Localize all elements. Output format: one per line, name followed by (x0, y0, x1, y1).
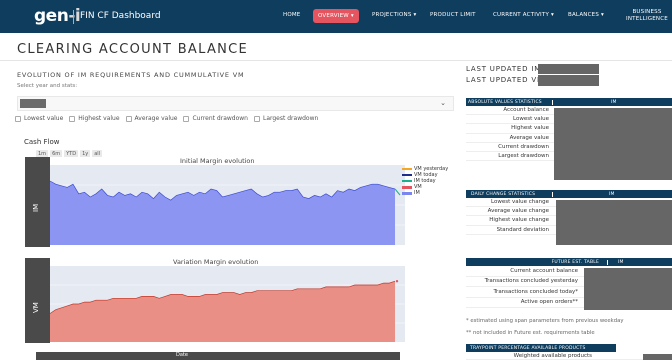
checkbox-box[interactable] (15, 115, 21, 122)
future-est-title: FUTURE EST. TABLE (466, 259, 608, 265)
last-updated-vm-value-masked (538, 75, 599, 86)
checkbox-current-drawdown[interactable]: Current drawdown (183, 115, 248, 122)
cash-flow-title: Cash Flow (24, 138, 60, 146)
im-chart-title: Initial Margin evolution (180, 157, 255, 165)
daily-change-title: DAILY CHANGE STATISTICS (466, 191, 553, 197)
im-side-strip: IM (25, 157, 50, 247)
app-title: FIN CF Dashboard (80, 11, 161, 21)
absolute-stats-im-col: IM (611, 99, 617, 105)
chevron-down-icon[interactable]: ⌄ (440, 99, 446, 107)
footnote-estimated: * estimated using span parameters from p… (466, 318, 624, 324)
vm-chart-panel: VM Variation Margin evolution (25, 258, 405, 343)
row-label: Weighted available products (513, 352, 592, 359)
row-label: Lowest value change (491, 199, 549, 206)
absolute-stats-header: ABSOLUTE VALUES STATISTICS IM (466, 98, 672, 106)
row-label: Active open orders** (520, 299, 578, 306)
legend-swatch (402, 191, 412, 195)
legend-swatch (402, 168, 412, 170)
vm-chart-plot[interactable] (50, 266, 405, 342)
last-updated-vm-label: LAST UPDATED VM: (466, 76, 547, 84)
traypoint-table: TRAYPOINT PERCENTAGE AVAILABLE PRODUCTS … (466, 344, 672, 360)
traypoint-title: TRAYPOINT PERCENTAGE AVAILABLE PRODUCTS (470, 345, 586, 351)
section-title: EVOLUTION OF IM REQUIREMENTS AND CUMMULA… (17, 71, 245, 79)
checkbox-highest-value[interactable]: Highest value (69, 115, 120, 122)
im-chart-plot[interactable] (50, 165, 405, 245)
legend-swatch (402, 180, 412, 182)
row-label: Account balance (503, 107, 549, 114)
checkbox-label: Largest drawdown (262, 115, 319, 122)
checkbox-box[interactable] (69, 115, 76, 122)
absolute-stats-values-masked (554, 108, 672, 180)
nav-business-intelligence[interactable]: BUSINESS INTELLIGENCE (622, 9, 672, 23)
checkbox-label: Average value (134, 115, 178, 122)
row-label: Current drawdown (498, 143, 549, 150)
checkbox-average-value[interactable]: Average value (125, 115, 178, 122)
daily-change-values-masked (556, 200, 672, 245)
last-updated-im-label: LAST UPDATED IM: (466, 65, 545, 73)
vm-side-strip: VM (25, 258, 50, 343)
row-label: Current account balance (510, 267, 578, 274)
future-est-im-col: IM (618, 259, 624, 265)
row-label: Highest value (511, 125, 549, 132)
footnote-not-included: ** not included in Future est. requireme… (466, 330, 595, 336)
daily-change-header: DAILY CHANGE STATISTICS IM (466, 190, 672, 198)
stats-checkbox-group: Lowest value Highest value Average value… (15, 115, 318, 122)
im-chart-panel: IM Initial Margin evolution (25, 157, 405, 247)
vm-axis-label: VM (32, 302, 40, 313)
legend-item-im[interactable]: IM (402, 190, 448, 196)
vm-chart-title: Variation Margin evolution (173, 258, 259, 266)
logo-dash: -i (68, 6, 81, 26)
last-updated-im-value-masked (538, 64, 599, 74)
daily-change-im-col: IM (609, 191, 615, 197)
future-est-values-masked (584, 268, 672, 310)
row-label: Transactions concluded today* (493, 288, 579, 295)
row-label: Lowest value (512, 116, 549, 123)
nav-home[interactable]: HOME (283, 12, 301, 18)
checkbox-box[interactable] (125, 115, 132, 122)
date-axis-label: Date (176, 352, 188, 358)
top-navbar: gen-i FIN CF Dashboard HOME OVERVIEW ▾ P… (0, 0, 672, 33)
checkbox-largest-drawdown[interactable]: Largest drawdown (253, 115, 319, 122)
page-title: CLEARING ACCOUNT BALANCE (17, 42, 249, 57)
vm-today-marker (395, 280, 399, 283)
row-label: Average value (509, 134, 549, 141)
row-label: Largest drawdown (498, 153, 549, 160)
nav-current-activity[interactable]: CURRENT ACTIVITY ▾ (493, 12, 554, 18)
legend-swatch (402, 174, 412, 176)
row-label: Standard deviation (496, 226, 549, 233)
absolute-stats-title: ABSOLUTE VALUES STATISTICS (466, 99, 553, 105)
traypoint-header: TRAYPOINT PERCENTAGE AVAILABLE PRODUCTS (466, 344, 616, 352)
table-row: Weighted available products (466, 352, 672, 360)
nav-projections[interactable]: PROJECTIONS ▾ (372, 12, 416, 18)
traypoint-value-masked (643, 354, 672, 360)
nav-bi-line2: INTELLIGENCE (626, 16, 668, 22)
nav-overview[interactable]: OVERVIEW ▾ (313, 9, 359, 23)
logo-divider (73, 10, 74, 24)
date-axis-bar (36, 352, 400, 360)
checkbox-label: Highest value (78, 115, 120, 122)
checkbox-label: Current drawdown (192, 115, 248, 122)
select-hint: Select year and stats: (17, 83, 78, 89)
row-label: Average value change (487, 208, 549, 215)
future-est-header: FUTURE EST. TABLE IM (466, 258, 672, 266)
checkbox-lowest-value[interactable]: Lowest value (15, 115, 63, 122)
legend-swatch (402, 185, 412, 189)
row-label: Highest value change (489, 217, 549, 224)
chart-legend: VM yesterday VM today IM today VM IM (402, 166, 448, 196)
header-divider (0, 60, 672, 61)
row-label: Transactions concluded yesterday (484, 278, 578, 285)
checkbox-box[interactable] (253, 115, 260, 122)
checkbox-label: Lowest value (24, 115, 64, 122)
nav-bi-line1: BUSINESS (632, 9, 662, 15)
legend-label: IM (414, 190, 420, 196)
logo-main: gen (34, 6, 69, 26)
checkbox-box[interactable] (183, 115, 190, 122)
year-stats-select[interactable]: ⌄ (17, 96, 454, 111)
nav-balances[interactable]: BALANCES ▾ (568, 12, 604, 18)
nav-product-limit[interactable]: PRODUCT LIMIT (430, 12, 476, 18)
im-axis-label: IM (32, 203, 40, 212)
select-value-masked (20, 99, 46, 108)
